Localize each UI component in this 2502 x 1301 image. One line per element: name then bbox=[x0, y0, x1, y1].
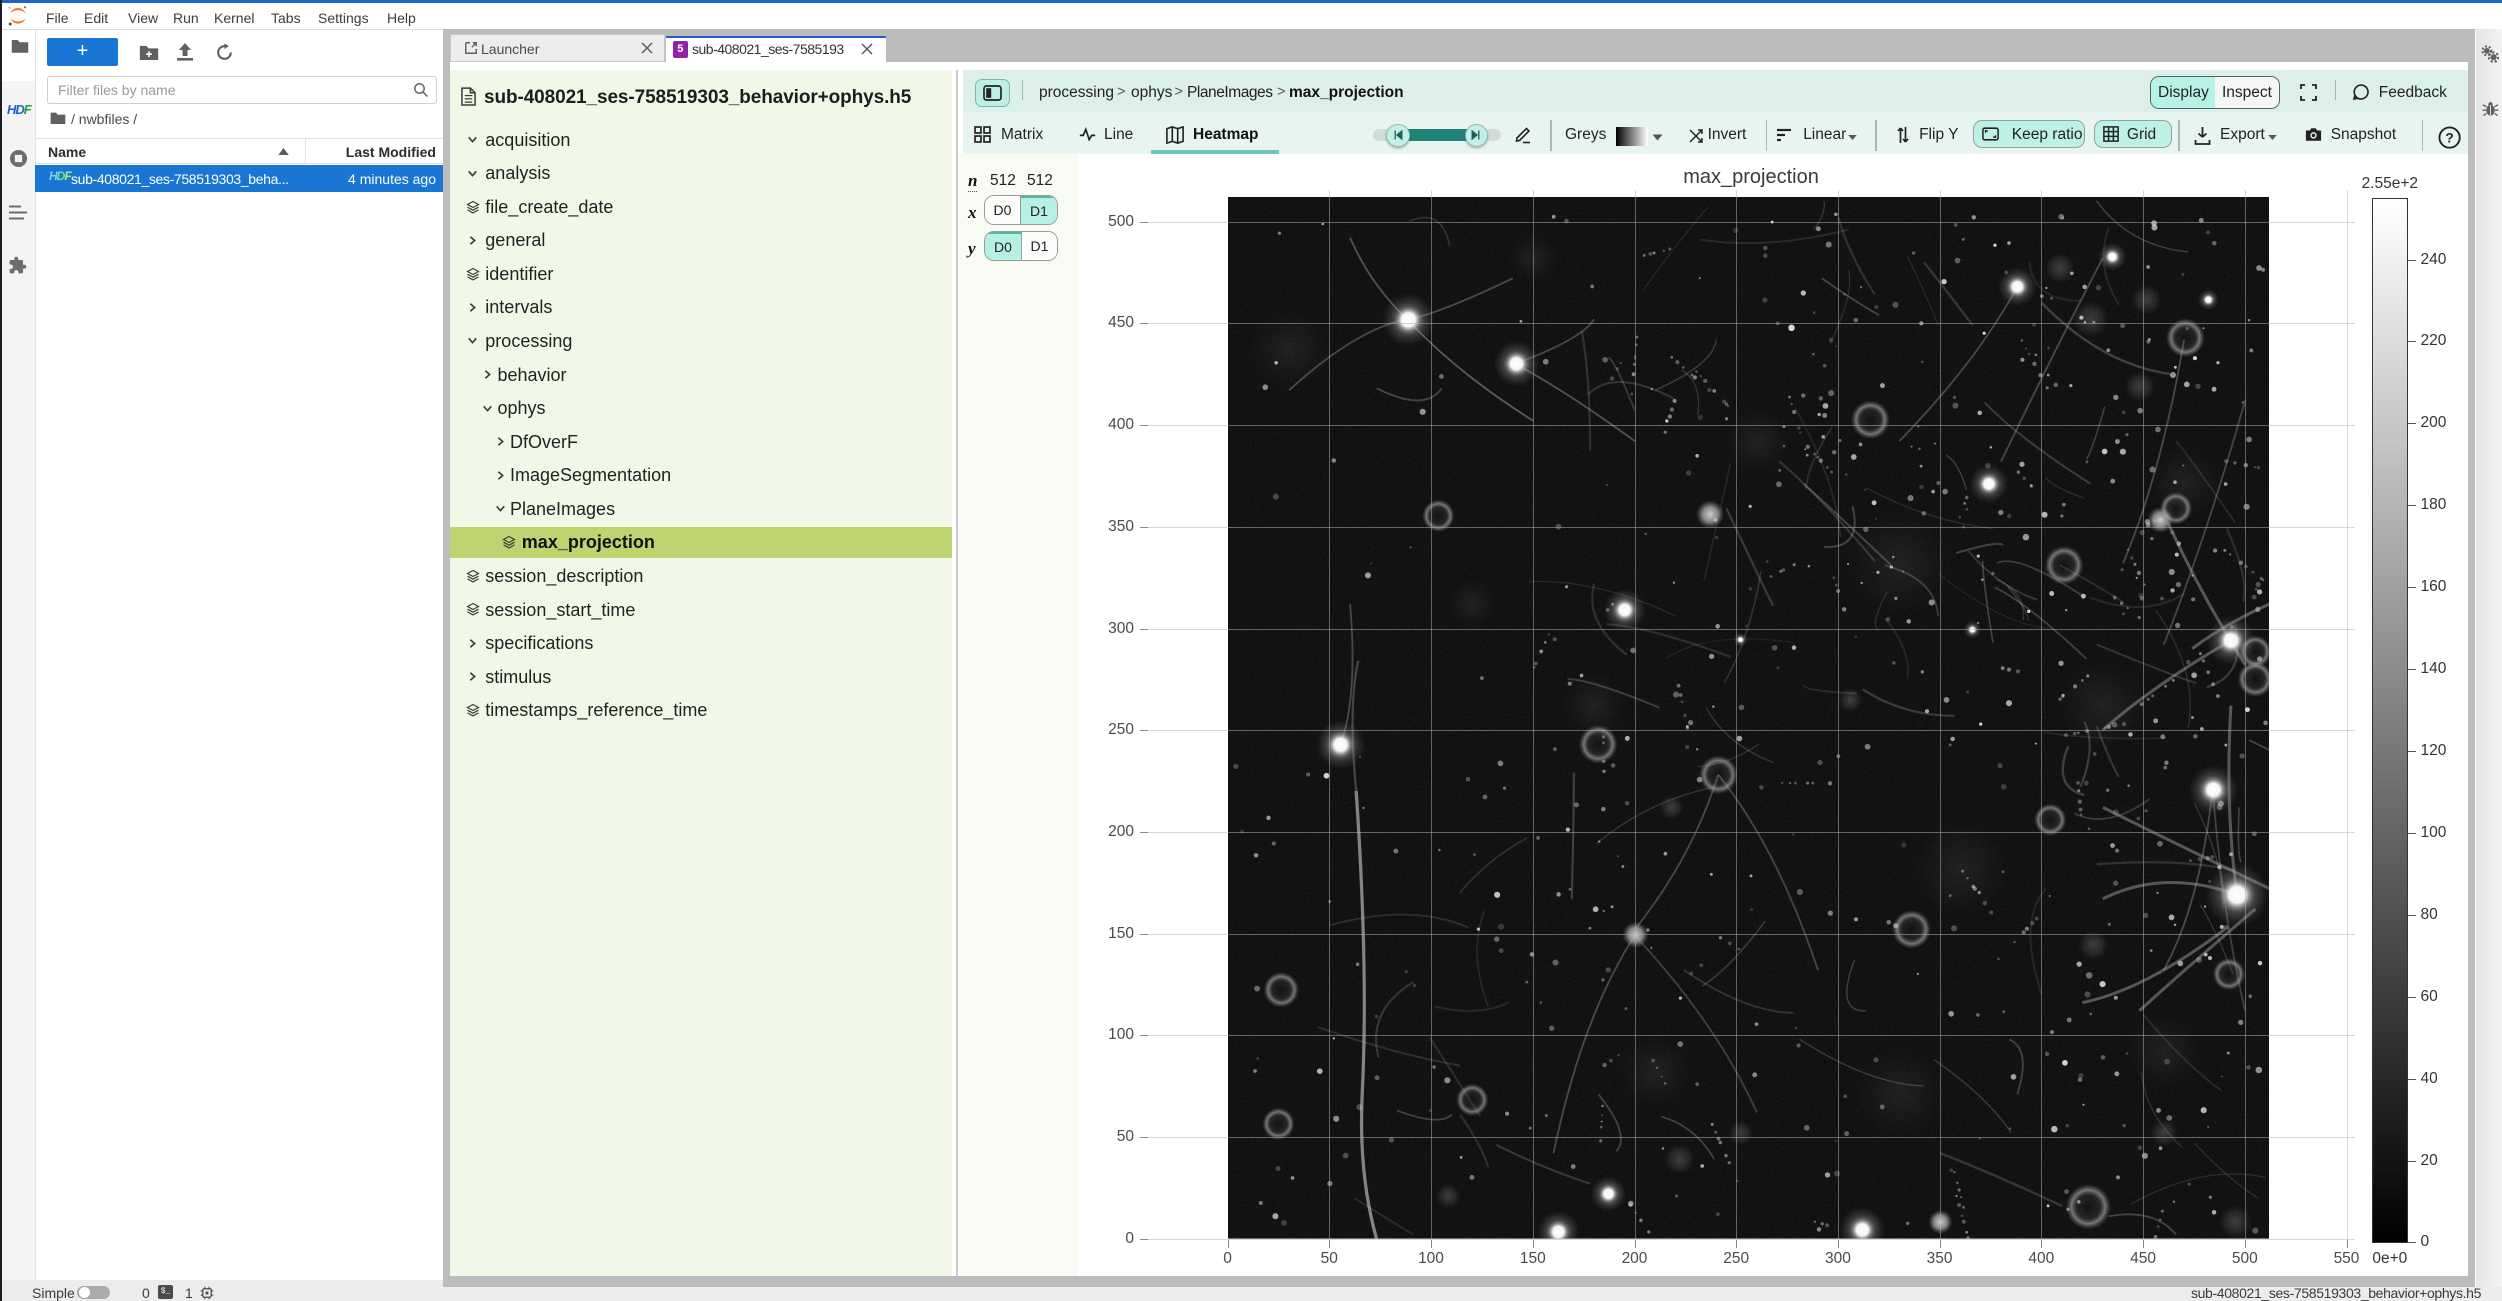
svg-text:?: ? bbox=[2445, 131, 2453, 146]
